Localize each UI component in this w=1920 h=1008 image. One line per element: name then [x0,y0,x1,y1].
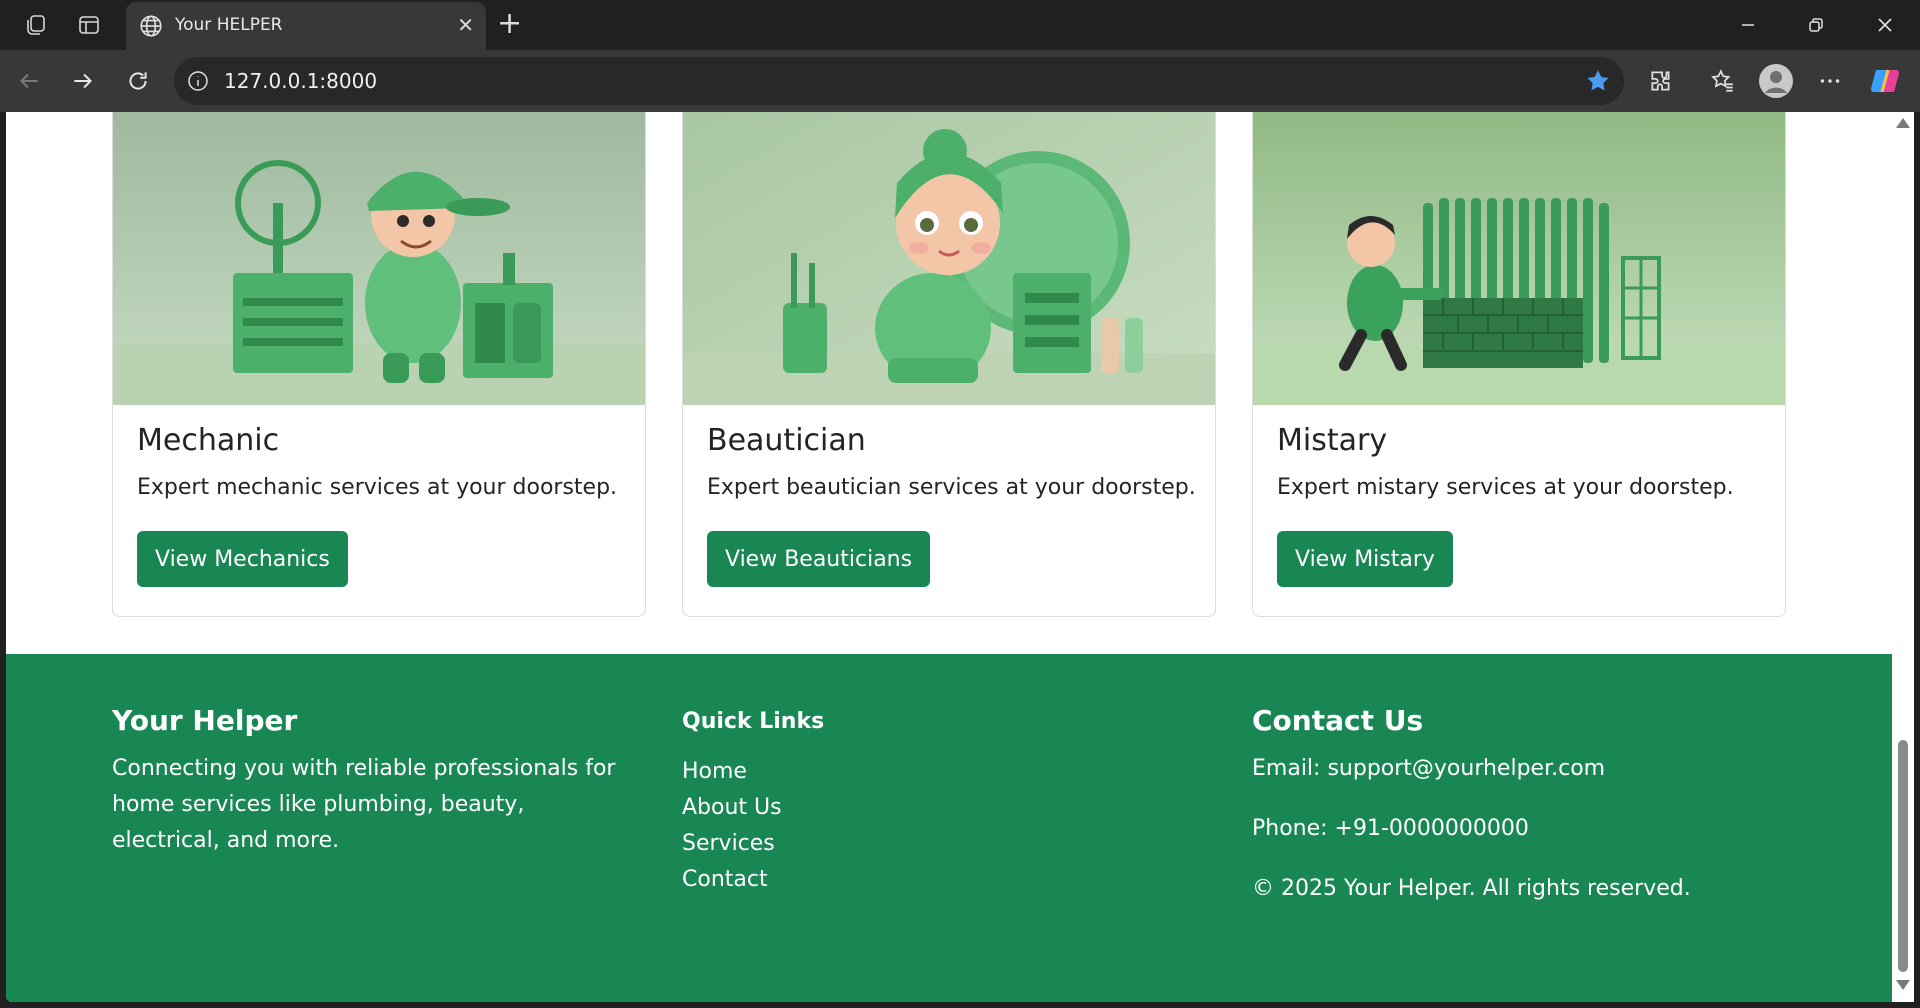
view-beauticians-button[interactable]: View Beauticians [707,531,931,587]
mechanic-image [113,112,645,405]
footer-link-contact[interactable]: Contact [682,862,824,898]
footer-contact-heading: Contact Us [1252,704,1424,737]
browser-tabbar: Your HELPER ✕ + [0,0,1920,50]
service-card-mistary: Mistary Expert mistary services at your … [1252,112,1786,617]
footer-links-heading: Quick Links [682,709,825,734]
footer-copyright: © 2025 Your Helper. All rights reserved. [1252,876,1691,901]
info-icon[interactable] [186,69,210,93]
globe-icon [138,13,164,39]
view-mechanics-button[interactable]: View Mechanics [137,531,348,587]
url-text[interactable]: 127.0.0.1:8000 [224,69,377,93]
footer-email: Email: support@yourhelper.com [1252,756,1606,781]
tab-actions-icon[interactable] [73,10,105,40]
footer-link-services[interactable]: Services [682,826,824,862]
footer-quick-links: Quick Links Home About Us Services Conta… [682,704,824,898]
tab-title: Your HELPER [175,15,283,35]
back-icon[interactable] [12,64,46,98]
tab-your-helper[interactable]: Your HELPER ✕ [126,2,486,50]
scrollbar-thumb[interactable] [1898,740,1908,972]
scroll-down-arrow-icon[interactable] [1896,980,1910,990]
page-viewport: Mechanic Expert mechanic services at you… [6,112,1892,1002]
copilot-icon[interactable] [1868,64,1902,98]
workspaces-icon[interactable] [20,10,52,40]
card-text: Expert mechanic services at your doorste… [137,475,618,500]
footer-link-home[interactable]: Home [682,754,824,790]
view-mistary-button[interactable]: View Mistary [1277,531,1453,587]
footer-phone: Phone: +91-0000000000 [1252,816,1529,841]
card-title: Beautician [707,423,866,458]
service-card-beautician: Beautician Expert beautician services at… [682,112,1216,617]
more-icon[interactable] [1813,64,1847,98]
browser-toolbar: 127.0.0.1:8000 [0,50,1920,112]
footer-contact: Contact Us Email: support@yourhelper.com… [1252,704,1691,931]
footer-about: Your Helper Connecting you with reliable… [112,704,632,859]
minimize-icon[interactable] [1720,8,1776,42]
card-text: Expert beautician services at your doors… [707,475,1196,500]
footer-about-heading: Your Helper [112,704,298,737]
restore-icon[interactable] [1788,8,1844,42]
star-icon[interactable] [1584,67,1612,95]
favorites-icon[interactable] [1706,64,1740,98]
forward-icon[interactable] [66,64,100,98]
close-icon[interactable]: ✕ [457,14,474,36]
service-card-mechanic: Mechanic Expert mechanic services at you… [112,112,646,617]
mistary-image [1253,112,1785,405]
window-close-icon[interactable] [1857,8,1913,42]
new-tab-icon[interactable]: + [497,6,522,41]
extensions-icon[interactable] [1644,64,1678,98]
scroll-up-arrow-icon[interactable] [1896,118,1910,128]
card-title: Mistary [1277,423,1388,458]
refresh-icon[interactable] [121,64,155,98]
beautician-image [683,112,1215,405]
footer-about-text: Connecting you with reliable professiona… [112,756,616,853]
page-scrollbar[interactable] [1892,112,1914,1002]
address-bar[interactable]: 127.0.0.1:8000 [174,57,1624,105]
card-title: Mechanic [137,423,280,458]
card-text: Expert mistary services at your doorstep… [1277,475,1734,500]
site-footer: Your Helper Connecting you with reliable… [6,654,1892,1002]
profile-icon[interactable] [1759,64,1793,98]
footer-link-about-us[interactable]: About Us [682,790,824,826]
